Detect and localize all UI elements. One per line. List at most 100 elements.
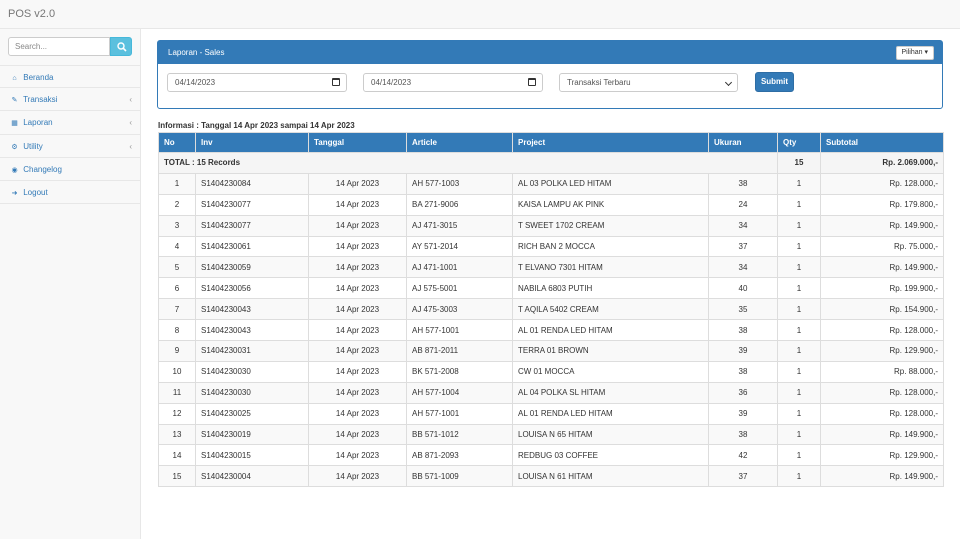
cell-inv: S1404230030 [195, 381, 309, 404]
cell-project: REDBUG 03 COFFEE [512, 444, 709, 467]
sidebar-item-changelog[interactable]: ◉ Changelog [0, 158, 140, 181]
total-subtotal: Rp. 2.069.000,- [820, 152, 944, 174]
cell-article: BB 571-1012 [406, 423, 513, 446]
cell-tanggal: 14 Apr 2023 [308, 423, 407, 446]
pilihan-dropdown-button[interactable]: Pilihan ▾ [895, 46, 934, 60]
cell-tanggal: 14 Apr 2023 [308, 444, 407, 467]
cell-project: LOUISA N 65 HITAM [512, 423, 709, 446]
cell-article: AB 871-2093 [406, 444, 513, 467]
cell-inv: S1404230004 [195, 465, 309, 488]
submit-button[interactable]: Submit [755, 72, 794, 92]
cell-ukuran: 39 [708, 402, 778, 425]
cell-subtotal: Rp. 88.000,- [820, 360, 944, 383]
sidebar-item-utility[interactable]: ⚙ Utility ‹ [0, 135, 140, 158]
sidebar-item-label: Transaksi [23, 95, 58, 105]
circle-dot-icon: ◉ [11, 166, 18, 174]
table-row: 8 S1404230043 14 Apr 2023 AH 577-1001 AL 01 … [158, 319, 944, 342]
cell-tanggal: 14 Apr 2023 [308, 172, 407, 195]
cell-qty: 1 [777, 193, 821, 216]
cell-subtotal: Rp. 149.900,- [820, 423, 944, 446]
column-header: Inv [195, 132, 309, 153]
cell-article: BA 271-9006 [406, 193, 513, 216]
total-label: TOTAL : 15 Records [158, 152, 778, 174]
date-to-input[interactable]: 04/14/2023 [363, 73, 543, 92]
cell-subtotal: Rp. 75.000,- [820, 235, 944, 258]
cell-tanggal: 14 Apr 2023 [308, 298, 407, 321]
cell-no: 9 [158, 340, 196, 362]
cell-no: 13 [158, 423, 196, 446]
total-qty: 15 [777, 152, 821, 174]
chevron-left-icon: ‹ [129, 95, 132, 105]
table-row: 5 S1404230059 14 Apr 2023 AJ 471-1001 T ELVA… [158, 256, 944, 279]
calendar-icon[interactable] [332, 78, 340, 86]
cell-article: AH 577-1001 [406, 319, 513, 342]
wrench-icon: ⚙ [11, 143, 18, 151]
cell-tanggal: 14 Apr 2023 [308, 277, 407, 300]
cell-no: 2 [158, 193, 196, 216]
sidebar-item-label: Logout [23, 187, 48, 197]
sort-select[interactable]: Transaksi Terbaru [559, 73, 738, 92]
chevron-left-icon: ‹ [129, 141, 132, 151]
filter-panel: Laporan - Sales Pilihan ▾ 04/14/2023 04/… [157, 40, 943, 109]
column-header: Subtotal [820, 132, 944, 153]
sidebar-item-beranda[interactable]: ⌂ Beranda [0, 65, 140, 89]
sort-select-value: Transaksi Terbaru [567, 78, 631, 87]
cell-subtotal: Rp. 199.900,- [820, 277, 944, 300]
cell-project: KAISA LAMPU AK PINK [512, 193, 709, 216]
cell-article: AH 577-1001 [406, 402, 513, 425]
sidebar-item-laporan[interactable]: ▦ Laporan ‹ [0, 111, 140, 135]
cell-ukuran: 37 [708, 235, 778, 258]
chevron-left-icon: ‹ [129, 118, 132, 128]
table-row: 12 S1404230025 14 Apr 2023 AH 577-1001 AL 01… [158, 402, 944, 425]
column-header: Tanggal [308, 132, 407, 153]
cell-ukuran: 38 [708, 172, 778, 195]
sidebar-nav: ⌂ Beranda ✎ Transaksi ‹ ▦ Laporan ‹ ⚙ Ut… [0, 65, 140, 205]
cell-article: AJ 575-5001 [406, 277, 513, 300]
cell-project: AL 04 POLKA SL HITAM [512, 381, 709, 404]
cell-tanggal: 14 Apr 2023 [308, 402, 407, 425]
cell-no: 1 [158, 172, 196, 195]
search-icon [117, 42, 127, 52]
sidebar-item-logout[interactable]: ➜ Logout [0, 181, 140, 205]
cell-tanggal: 14 Apr 2023 [308, 235, 407, 258]
cell-project: LOUISA N 61 HITAM [512, 465, 709, 488]
cell-inv: S1404230061 [195, 235, 309, 258]
home-icon: ⌂ [12, 75, 17, 82]
cell-ukuran: 35 [708, 298, 778, 321]
cell-qty: 1 [777, 360, 821, 383]
cell-no: 8 [158, 319, 196, 342]
sidebar-item-label: Beranda [23, 73, 54, 82]
cell-inv: S1404230043 [195, 319, 309, 342]
cell-inv: S1404230056 [195, 277, 309, 300]
column-header: Qty [777, 132, 821, 153]
cell-inv: S1404230043 [195, 298, 309, 321]
sidebar-item-transaksi[interactable]: ✎ Transaksi ‹ [0, 88, 140, 112]
date-from-input[interactable]: 04/14/2023 [167, 73, 347, 92]
report-info: Informasi : Tanggal 14 Apr 2023 sampai 1… [158, 121, 355, 130]
cell-no: 7 [158, 298, 196, 321]
column-header: No [158, 132, 196, 153]
cell-no: 14 [158, 444, 196, 467]
cell-tanggal: 14 Apr 2023 [308, 214, 407, 237]
cell-article: BB 571-1009 [406, 465, 513, 488]
cell-tanggal: 14 Apr 2023 [308, 256, 407, 279]
cell-ukuran: 38 [708, 360, 778, 383]
top-navbar: POS v2.0 [0, 0, 960, 29]
calendar-icon[interactable] [528, 78, 536, 86]
cell-article: AH 577-1004 [406, 381, 513, 404]
cell-inv: S1404230019 [195, 423, 309, 446]
cell-qty: 1 [777, 402, 821, 425]
table-header-row: No Inv Tanggal Article Project Ukuran Qty Subto… [158, 132, 944, 153]
cell-qty: 1 [777, 277, 821, 300]
cell-ukuran: 34 [708, 214, 778, 237]
cell-project: AL 01 RENDA LED HITAM [512, 319, 709, 342]
cell-project: TERRA 01 BROWN [512, 340, 709, 362]
search-input[interactable] [8, 37, 110, 56]
search-button[interactable] [110, 37, 132, 56]
cell-ukuran: 36 [708, 381, 778, 404]
table-row: 4 S1404230061 14 Apr 2023 AY 571-2014 RICH B… [158, 235, 944, 258]
app-title[interactable]: POS v2.0 [8, 8, 55, 20]
cell-qty: 1 [777, 298, 821, 321]
table-row: 11 S1404230030 14 Apr 2023 AH 577-1004 AL 04… [158, 381, 944, 404]
cell-article: AH 577-1003 [406, 172, 513, 195]
